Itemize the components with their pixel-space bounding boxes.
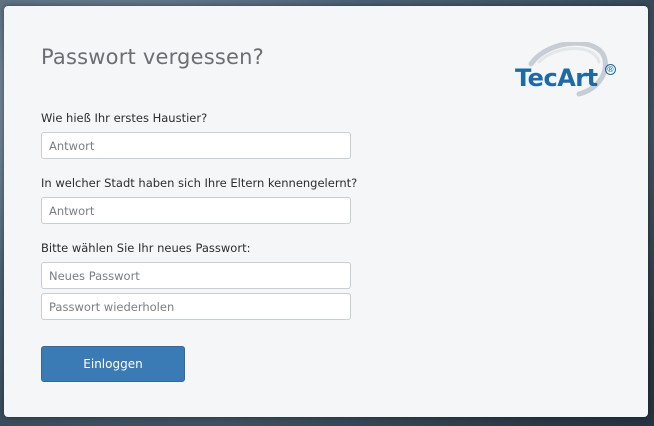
logo-text: TecArt (515, 64, 598, 92)
page-title: Passwort vergessen? (41, 45, 264, 69)
question1-answer-input[interactable] (41, 132, 351, 159)
tecart-logo: TecArt ® (509, 40, 619, 106)
question2-answer-input[interactable] (41, 197, 351, 224)
repeat-password-input[interactable] (41, 293, 351, 320)
registered-mark: ® (605, 64, 616, 75)
question2-label: In welcher Stadt haben sich Ihre Eltern … (41, 176, 358, 190)
question1-label: Wie hieß Ihr erstes Haustier? (41, 111, 208, 125)
forgot-password-card: Passwort vergessen? TecArt ® Wie hieß Ih… (4, 6, 648, 417)
new-password-label: Bitte wählen Sie Ihr neues Passwort: (41, 241, 251, 255)
new-password-input[interactable] (41, 262, 351, 289)
login-button[interactable]: Einloggen (41, 346, 185, 382)
